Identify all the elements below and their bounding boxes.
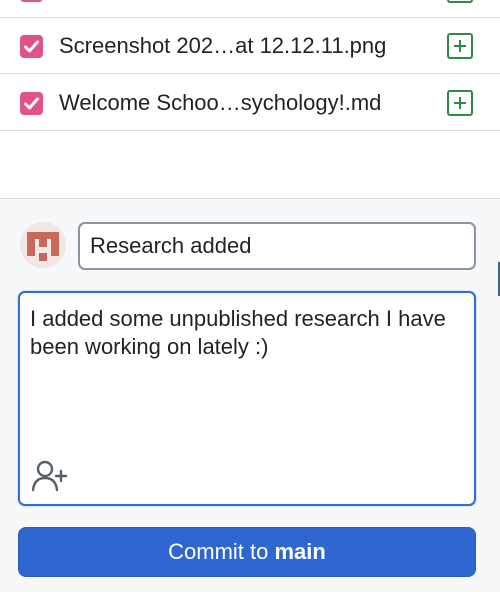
file-checkbox[interactable] — [20, 35, 43, 58]
commit-button-label: Commit to — [168, 539, 275, 564]
person-add-icon[interactable] — [31, 459, 69, 493]
file-name: Screenshot 202…at 12.12.11.png — [59, 33, 387, 58]
file-row[interactable]: Screenshot 202…at 12.12.11.png — [0, 18, 500, 74]
file-checkbox[interactable] — [20, 0, 43, 2]
commit-description-field[interactable]: I added some unpublished research I have… — [18, 291, 476, 506]
file-name: Welcome Schoo…sychology!.md — [59, 90, 382, 115]
file-checkbox[interactable] — [20, 92, 43, 115]
plus-square-icon — [447, 90, 473, 116]
commit-button[interactable]: Commit to main — [18, 527, 476, 577]
commit-summary-input[interactable] — [78, 222, 476, 270]
branch-name: main — [274, 539, 326, 564]
file-row[interactable] — [0, 0, 500, 18]
plus-square-icon — [447, 0, 473, 3]
plus-square-icon — [447, 33, 473, 59]
changed-files-list: Screenshot 202…at 12.12.11.png Welcome S… — [0, 0, 500, 198]
identicon-avatar — [20, 222, 66, 268]
commit-description-text: I added some unpublished research I have… — [30, 306, 452, 359]
commit-panel: I added some unpublished research I have… — [0, 198, 500, 592]
file-row[interactable]: Welcome Schoo…sychology!.md — [0, 75, 500, 131]
